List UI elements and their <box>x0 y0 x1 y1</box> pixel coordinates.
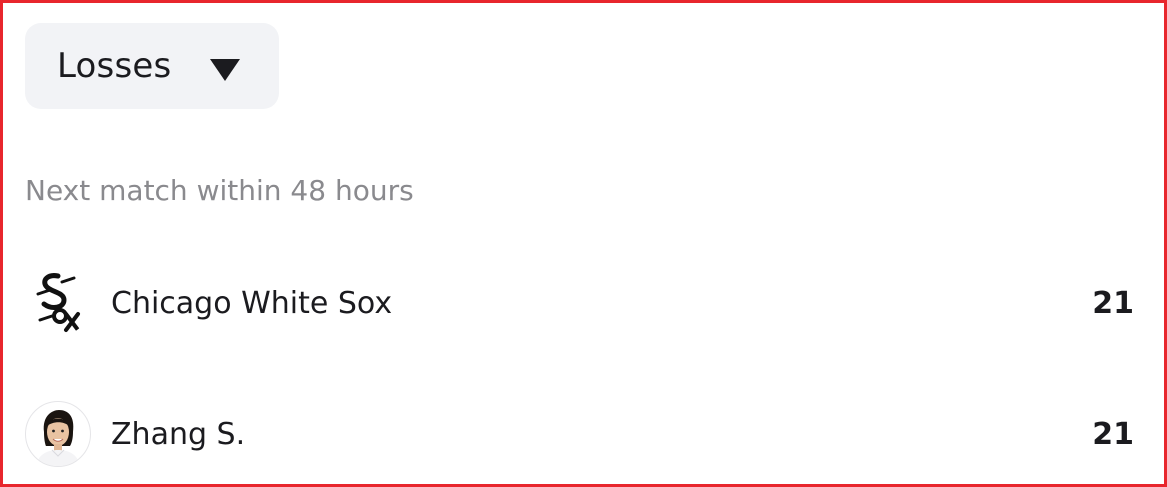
triangle-down-icon <box>210 59 240 81</box>
dropdown-selected-label: Losses <box>57 46 172 86</box>
losses-count: 21 <box>1092 416 1134 452</box>
list-item-chicago-white-sox[interactable]: Chicago White Sox 21 <box>25 268 1134 338</box>
panel-frame: Losses Next match within 48 hours Chicag… <box>0 0 1167 487</box>
list-item-zhang-s[interactable]: Zhang S. 21 <box>25 399 1134 469</box>
losses-dropdown[interactable]: Losses <box>25 23 279 109</box>
losses-count: 21 <box>1092 285 1134 321</box>
section-title: Next match within 48 hours <box>25 174 414 207</box>
player-avatar-icon <box>25 401 91 467</box>
white-sox-logo-icon <box>25 270 91 336</box>
team-name: Chicago White Sox <box>111 285 393 321</box>
player-name: Zhang S. <box>111 416 246 452</box>
